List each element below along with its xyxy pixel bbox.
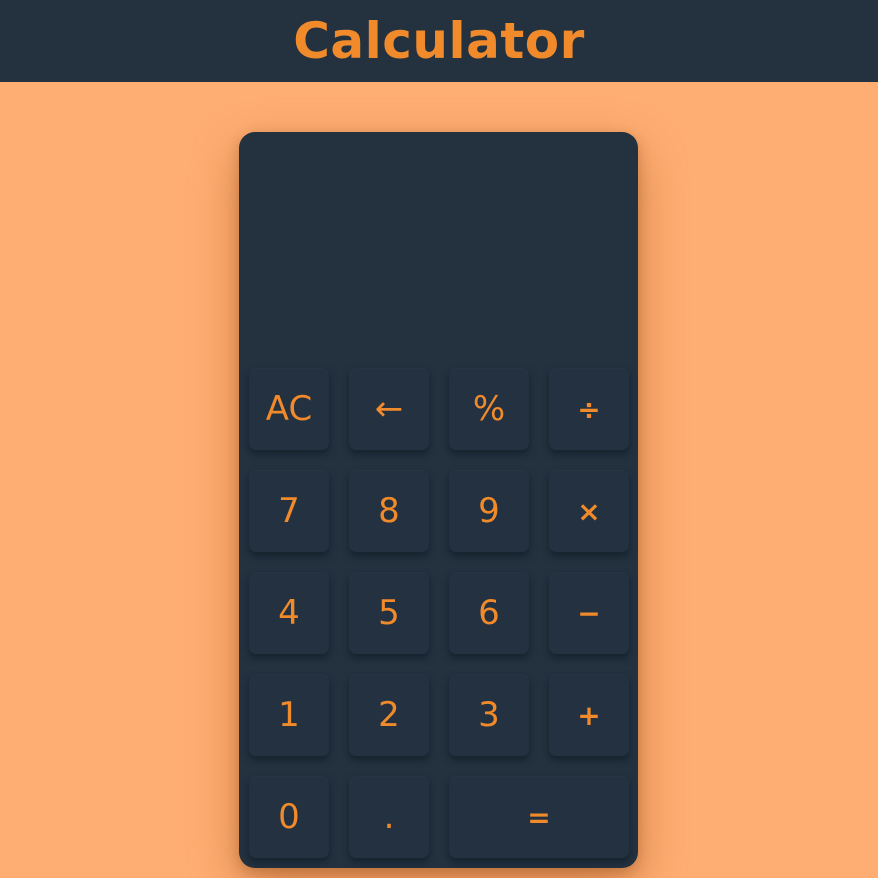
digit-2-button[interactable]: 2: [349, 674, 429, 756]
add-button[interactable]: +: [549, 674, 629, 756]
decimal-button[interactable]: .: [349, 776, 429, 858]
multiply-button[interactable]: ×: [549, 470, 629, 552]
calculator-panel: AC ← % ÷ 7 8 9 × 4 5 6 − 1 2 3 + 0 . =: [239, 132, 638, 868]
digit-3-button[interactable]: 3: [449, 674, 529, 756]
all-clear-button[interactable]: AC: [249, 368, 329, 450]
calculator-display: [239, 132, 638, 364]
digit-4-button[interactable]: 4: [249, 572, 329, 654]
backspace-button[interactable]: ←: [349, 368, 429, 450]
digit-9-button[interactable]: 9: [449, 470, 529, 552]
page-title: Calculator: [293, 12, 585, 70]
app-header: Calculator: [0, 0, 878, 82]
subtract-button[interactable]: −: [549, 572, 629, 654]
digit-7-button[interactable]: 7: [249, 470, 329, 552]
divide-button[interactable]: ÷: [549, 368, 629, 450]
digit-1-button[interactable]: 1: [249, 674, 329, 756]
digit-5-button[interactable]: 5: [349, 572, 429, 654]
digit-6-button[interactable]: 6: [449, 572, 529, 654]
percent-button[interactable]: %: [449, 368, 529, 450]
equals-button[interactable]: =: [449, 776, 629, 858]
digit-8-button[interactable]: 8: [349, 470, 429, 552]
digit-0-button[interactable]: 0: [249, 776, 329, 858]
